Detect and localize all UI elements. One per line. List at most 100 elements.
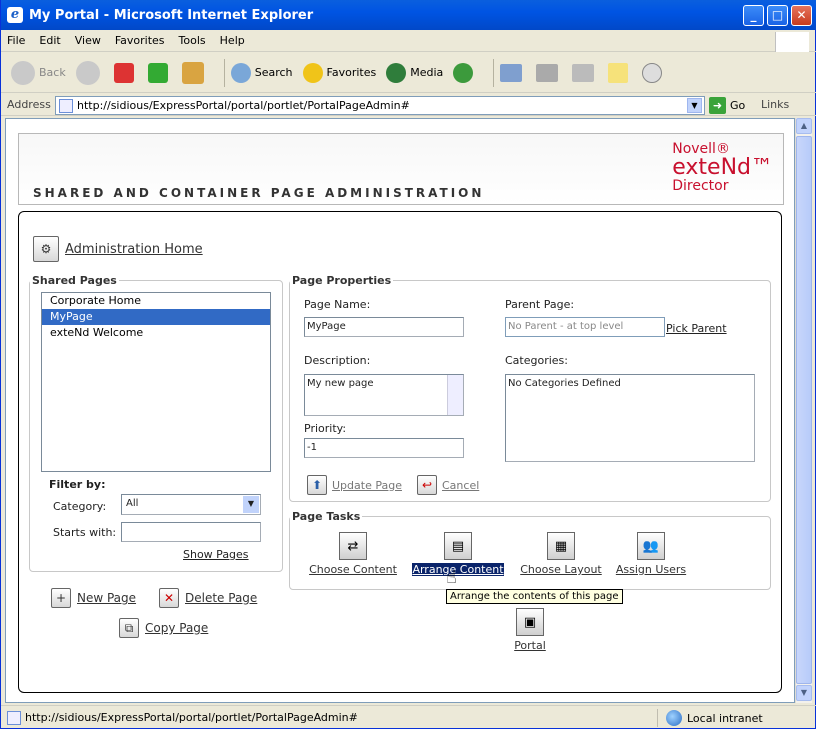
favorites-button[interactable]: Favorites <box>302 62 376 83</box>
history-icon <box>453 62 474 83</box>
refresh-icon <box>147 62 168 83</box>
print-button[interactable] <box>536 63 562 82</box>
go-arrow-icon: ➜ <box>709 97 726 114</box>
copy-page-icon: ⧉ <box>119 618 139 638</box>
messenger-icon <box>642 62 663 83</box>
window-title: My Portal - Microsoft Internet Explorer <box>29 7 314 23</box>
note-icon <box>608 62 629 83</box>
page-icon <box>59 98 73 113</box>
status-url: http://sidious/ExpressPortal/portal/port… <box>25 711 358 724</box>
minimize-button[interactable]: _ <box>743 5 764 26</box>
textarea-scrollbar[interactable] <box>447 375 463 415</box>
address-input[interactable]: http://sidious/ExpressPortal/portal/port… <box>55 96 705 115</box>
menu-tools[interactable]: Tools <box>179 34 206 47</box>
stop-icon <box>113 62 134 83</box>
search-button[interactable]: Search <box>230 62 293 83</box>
hand-cursor-icon: ☝ <box>446 567 457 588</box>
refresh-button[interactable] <box>147 62 172 83</box>
menu-bar: File Edit View Favorites Tools Help <box>1 30 816 52</box>
discuss-button[interactable] <box>608 62 632 83</box>
categories-list[interactable]: No Categories Defined <box>505 374 755 462</box>
novell-brand-logo: Novell® exteNd™ Director <box>672 141 773 194</box>
history-button[interactable] <box>453 62 477 83</box>
categories-label: Categories: <box>505 354 568 367</box>
toolbar-separator <box>223 58 225 87</box>
search-icon <box>230 62 251 83</box>
close-button[interactable]: ✕ <box>791 5 812 26</box>
home-icon <box>181 61 204 84</box>
choose-layout-button[interactable]: ▦ Choose Layout <box>515 532 607 576</box>
scroll-thumb[interactable] <box>796 136 812 684</box>
assign-users-button[interactable]: 👥 Assign Users <box>611 532 691 576</box>
description-textarea[interactable]: My new page <box>304 374 464 416</box>
menu-view[interactable]: View <box>75 34 101 47</box>
choose-content-button[interactable]: ⇄ Choose Content <box>305 532 401 576</box>
security-zone: Local intranet <box>657 709 763 727</box>
arrange-content-icon: ▤ <box>444 532 472 560</box>
printer-icon <box>536 63 559 82</box>
address-dropdown-button[interactable]: ▼ <box>687 98 702 113</box>
arrange-content-button[interactable]: ▤ Arrange Content <box>409 532 507 576</box>
delete-page-button[interactable]: ✕ Delete Page <box>159 588 257 608</box>
scroll-up-icon[interactable]: ▲ <box>796 118 812 134</box>
cancel-button[interactable]: ↩ Cancel <box>417 475 479 495</box>
toolbar: Back Search Favorites Media <box>1 53 816 93</box>
admin-home-link[interactable]: ⚙ Administration Home <box>33 236 203 262</box>
update-page-button[interactable]: ⬆ Update Page <box>307 475 402 495</box>
mail-button[interactable] <box>500 63 526 82</box>
parent-page-input: No Parent - at top level <box>505 317 665 337</box>
links-button[interactable]: Links <box>761 98 789 111</box>
page-name-label: Page Name: <box>304 298 371 311</box>
admin-panel: ⚙ Administration Home Shared Pages Corpo… <box>18 211 782 693</box>
menu-edit[interactable]: Edit <box>39 34 60 47</box>
media-globe-icon <box>386 62 407 83</box>
edit-icon <box>572 63 595 82</box>
forward-button[interactable] <box>75 60 104 85</box>
stop-button[interactable] <box>113 62 138 83</box>
priority-label: Priority: <box>304 422 347 435</box>
shared-pages-list[interactable]: Corporate Home MyPage exteNd Welcome <box>41 292 271 472</box>
page-banner: Novell® exteNd™ Director SHARED AND CONT… <box>18 133 784 205</box>
toolbar-separator <box>493 58 495 87</box>
choose-content-icon: ⇄ <box>339 532 367 560</box>
edit-button[interactable] <box>572 63 598 82</box>
pick-parent-link[interactable]: Pick Parent <box>666 322 727 335</box>
media-button[interactable]: Media <box>386 62 443 83</box>
priority-input[interactable]: -1 <box>304 438 464 458</box>
menu-favorites[interactable]: Favorites <box>115 34 165 47</box>
title-bar: e My Portal - Microsoft Internet Explore… <box>1 0 816 30</box>
star-icon <box>302 62 323 83</box>
new-page-button[interactable]: + New Page <box>51 588 136 608</box>
layout-icon: ▦ <box>547 532 575 560</box>
forward-arrow-icon <box>75 60 100 85</box>
messenger-button[interactable] <box>642 62 666 83</box>
portal-button[interactable]: ▣ Portal <box>507 608 553 652</box>
home-button[interactable] <box>181 61 208 84</box>
new-page-icon: + <box>51 588 71 608</box>
copy-page-button[interactable]: ⧉ Copy Page <box>119 618 208 638</box>
address-label: Address <box>7 98 51 111</box>
vertical-scrollbar[interactable]: ▲ ▼ <box>795 118 812 703</box>
address-bar: Address http://sidious/ExpressPortal/por… <box>1 94 816 116</box>
menu-help[interactable]: Help <box>220 34 245 47</box>
page-title: SHARED AND CONTAINER PAGE ADMINISTRATION <box>33 186 485 200</box>
browser-window: e My Portal - Microsoft Internet Explore… <box>0 0 816 729</box>
list-item[interactable]: exteNd Welcome <box>42 325 270 341</box>
category-select[interactable]: All ▼ <box>121 494 261 515</box>
description-label: Description: <box>304 354 371 367</box>
list-item[interactable]: Corporate Home <box>42 293 270 309</box>
filter-by-label: Filter by: <box>49 478 106 491</box>
page-name-input[interactable]: MyPage <box>304 317 464 337</box>
maximize-button[interactable]: □ <box>767 5 788 26</box>
show-pages-link[interactable]: Show Pages <box>183 548 249 561</box>
back-button[interactable]: Back <box>11 60 66 85</box>
starts-with-label: Starts with: <box>53 526 117 539</box>
chevron-down-icon[interactable]: ▼ <box>243 496 259 513</box>
list-item-selected[interactable]: MyPage <box>42 309 270 325</box>
intranet-globe-icon <box>666 710 682 726</box>
go-button[interactable]: ➜ Go <box>709 97 745 114</box>
menu-file[interactable]: File <box>7 34 25 47</box>
scroll-down-icon[interactable]: ▼ <box>796 685 812 701</box>
starts-with-input[interactable] <box>121 522 261 542</box>
mail-icon <box>500 63 523 82</box>
